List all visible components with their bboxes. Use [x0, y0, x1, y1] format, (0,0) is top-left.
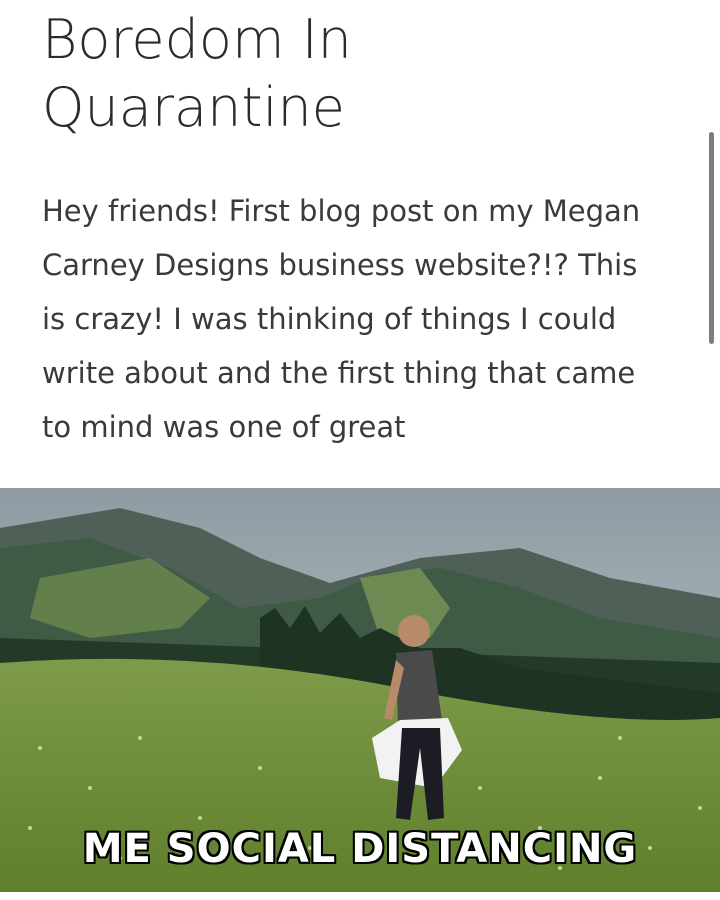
image-caption: ME SOCIAL DISTANCING: [82, 826, 638, 872]
blog-post-page: Boredom In Quarantine Hey friends! First…: [0, 0, 720, 900]
post-body-line: write about and the first thing that cam…: [42, 356, 636, 390]
post-title-line: Boredom In: [42, 8, 352, 71]
post-body-line: is crazy! I was thinking of things I cou…: [42, 302, 617, 336]
post-title: Boredom In Quarantine: [42, 6, 682, 142]
scrollbar-thumb[interactable]: [709, 132, 714, 344]
post-body-line: to mind was one of great: [42, 410, 406, 444]
post-body-line: Carney Designs business website?!? This: [42, 248, 638, 282]
post-gif-image: ME SOCIAL DISTANCING: [0, 488, 720, 892]
post-title-line: Quarantine: [42, 76, 345, 139]
post-body-line: Hey friends! First blog post on my Megan: [42, 194, 641, 228]
post-body: Hey friends! First blog post on my Megan…: [42, 184, 682, 454]
